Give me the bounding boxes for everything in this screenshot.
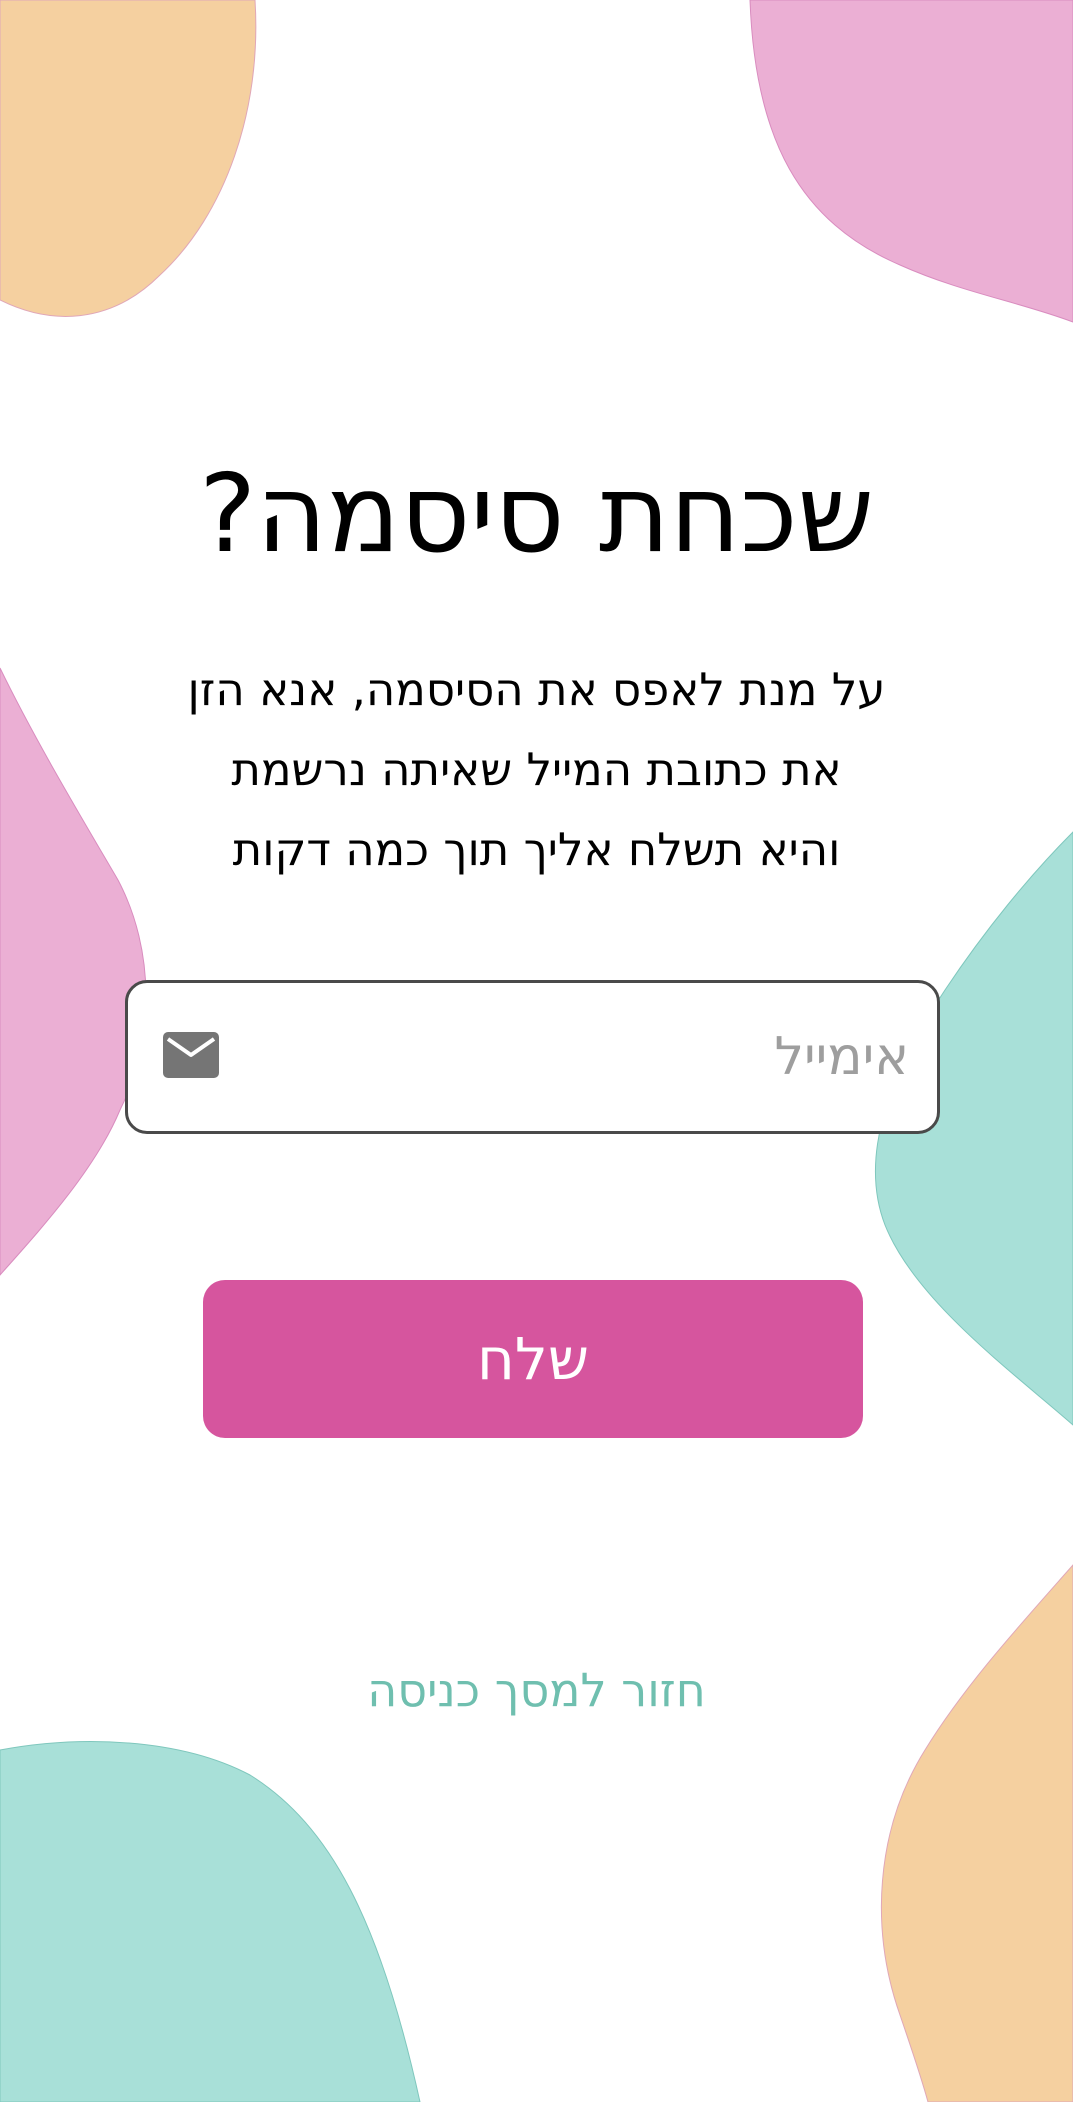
- mail-icon: [163, 1032, 219, 1078]
- send-button[interactable]: שלח: [203, 1280, 863, 1438]
- page-title: שכחת סיסמה?: [198, 452, 875, 577]
- back-to-login-link[interactable]: חזור למסך כניסה: [0, 1650, 1073, 1730]
- email-input[interactable]: [269, 983, 909, 1131]
- instructions-line: את כתובת המייל שאיתה נרשמת: [231, 743, 842, 796]
- instructions-line: והיא תשלח אליך תוך כמה דקות: [232, 823, 841, 876]
- email-field[interactable]: [125, 980, 940, 1134]
- forgot-password-screen: שכחת סיסמה? על מנת לאפס את הסיסמה, אנא ה…: [0, 0, 1073, 2102]
- instructions-line: על מנת לאפס את הסיסמה, אנא הזן: [187, 663, 886, 716]
- instructions-text: על מנת לאפס את הסיסמה, אנא הזן את כתובת …: [100, 650, 973, 890]
